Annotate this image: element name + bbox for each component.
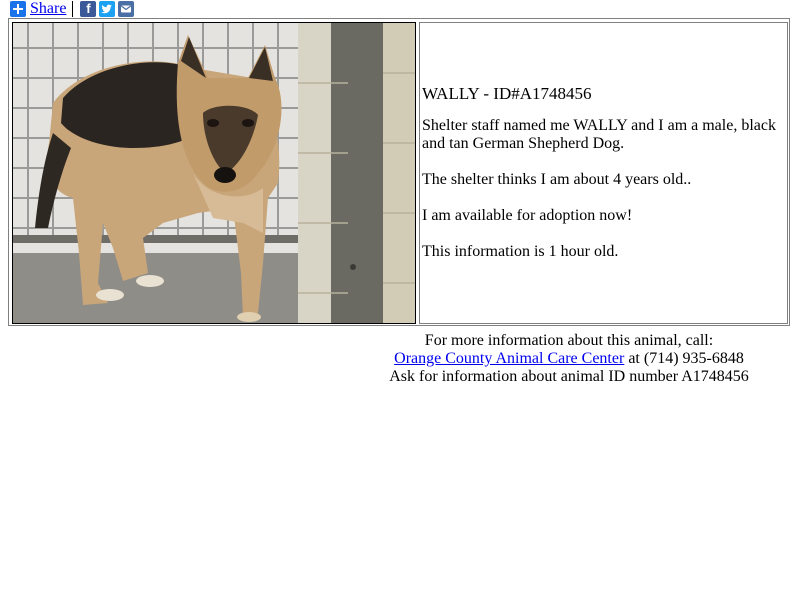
toolbar-divider [72,1,74,17]
shelter-phone: at (714) 935-6848 [624,350,744,367]
contact-info: For more information about this animal, … [380,332,758,386]
dog-photo-illustration [13,23,415,323]
contact-intro: For more information about this animal, … [424,332,714,349]
pet-info-table: WALLY - ID#A1748456 Shelter staff named … [8,18,790,326]
plus-icon[interactable] [10,1,26,17]
pet-description: Shelter staff named me WALLY and I am a … [422,117,776,152]
dog-photo [12,22,416,324]
share-toolbar: Share f [10,0,137,18]
pet-description-cell: WALLY - ID#A1748456 Shelter staff named … [419,22,788,324]
share-link[interactable]: Share [30,0,66,18]
facebook-icon[interactable]: f [80,1,97,17]
shelter-link[interactable]: Orange County Animal Care Center [394,350,624,367]
pet-age: The shelter thinks I am about 4 years ol… [422,171,692,188]
twitter-icon[interactable] [99,1,116,17]
pet-info-age: This information is 1 hour old. [422,243,619,260]
contact-id-line: Ask for information about animal ID numb… [389,368,749,385]
email-icon[interactable] [118,1,135,17]
pet-availability: I am available for adoption now! [422,207,633,224]
contact-shelter-line: Orange County Animal Care Center at (714… [380,350,758,368]
pet-title: WALLY - ID#A1748456 [422,84,592,103]
